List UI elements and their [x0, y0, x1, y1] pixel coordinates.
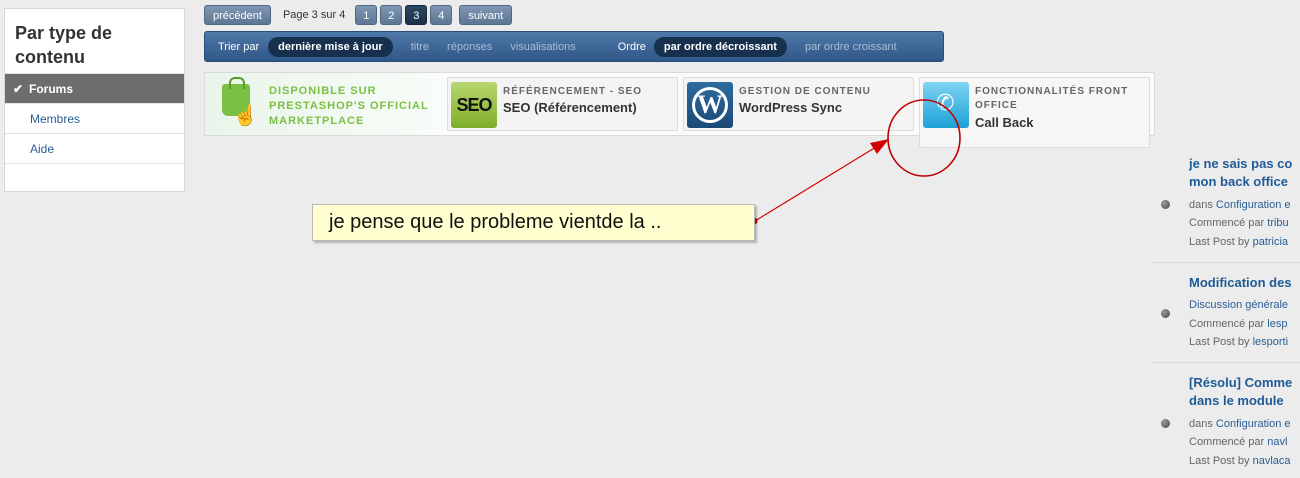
- meta-prefix: Last Post by: [1189, 455, 1253, 467]
- topic-title-line: dans le module: [1189, 393, 1284, 408]
- module-name: SEO (Référencement): [503, 100, 637, 115]
- starter-link[interactable]: tribu: [1267, 217, 1288, 229]
- module-card-wordpress[interactable]: W GESTION DE CONTENU WordPress Sync: [683, 77, 914, 131]
- topic-last-post: Last Post by navlaca: [1189, 452, 1291, 470]
- page-2-button[interactable]: 2: [380, 5, 403, 25]
- sidebar-item-label: Aide: [30, 142, 55, 156]
- forum-link[interactable]: Discussion générale: [1189, 299, 1288, 311]
- page-3-button-current[interactable]: 3: [405, 5, 428, 25]
- starter-link[interactable]: lesp: [1267, 318, 1287, 330]
- wordpress-logo-icon: W: [687, 82, 733, 128]
- module-category: RÉFÉRENCEMENT - SEO: [503, 86, 643, 97]
- divider: [1152, 362, 1300, 363]
- topic-title[interactable]: [Résolu] Comme dans le module: [1189, 374, 1300, 410]
- check-icon: ✔: [13, 82, 24, 96]
- topic-starter: Commencé par lesp: [1189, 315, 1287, 333]
- marketplace-banner[interactable]: ☝ DISPONIBLE SUR PRESTASHOP'S OFFICIAL M…: [205, 73, 445, 135]
- forum-link[interactable]: Configuration e: [1216, 199, 1291, 211]
- topic-forum: dans Configuration e: [1189, 415, 1291, 433]
- sort-option-title[interactable]: titre: [411, 41, 429, 53]
- annotation-callout: je pense que le probleme vientde la ..: [312, 204, 755, 241]
- page-4-button[interactable]: 4: [430, 5, 453, 25]
- module-category: GESTION DE CONTENU: [739, 86, 871, 97]
- order-label: Ordre: [617, 40, 646, 53]
- module-card-callback[interactable]: ✆ FONCTIONNALITÉS FRONT OFFICE Call Back: [919, 77, 1150, 148]
- topic-forum: dans Configuration e: [1189, 196, 1291, 214]
- meta-prefix: Last Post by: [1189, 336, 1253, 348]
- divider: [1152, 262, 1300, 263]
- topic-last-post: Last Post by lesporti: [1189, 333, 1288, 351]
- next-page-button[interactable]: suivant: [459, 5, 513, 25]
- sort-label: Trier par: [218, 40, 260, 53]
- module-card-seo[interactable]: SEO RÉFÉRENCEMENT - SEO SEO (Référenceme…: [447, 77, 678, 131]
- previous-page-button[interactable]: précédent: [204, 5, 271, 25]
- last-poster-link[interactable]: lesporti: [1253, 336, 1288, 348]
- annotation-arrow-line: [754, 146, 877, 222]
- forum-link[interactable]: Configuration e: [1216, 418, 1291, 430]
- pointer-hand-icon: ☝: [233, 105, 258, 127]
- order-option-ascending[interactable]: par ordre croissant: [805, 41, 897, 53]
- meta-prefix: Commencé par: [1189, 318, 1268, 330]
- sidebar-item-label: Membres: [30, 112, 81, 126]
- phone-logo-icon: ✆: [923, 82, 969, 128]
- wordpress-mark: W: [692, 87, 728, 123]
- module-name: Call Back: [975, 115, 1034, 130]
- last-poster-link[interactable]: patricia: [1253, 236, 1288, 248]
- meta-prefix: Commencé par: [1189, 217, 1268, 229]
- last-poster-link[interactable]: navlaca: [1253, 455, 1291, 467]
- page-info: Page 3 sur 4: [282, 9, 346, 21]
- marketplace-banner-text: DISPONIBLE SUR PRESTASHOP'S OFFICIAL MAR…: [269, 85, 429, 127]
- meta-prefix: dans: [1189, 418, 1216, 430]
- meta-prefix: Commencé par: [1189, 436, 1268, 448]
- page-1-button[interactable]: 1: [355, 5, 378, 25]
- sidebar-title: Par type de contenu: [15, 23, 113, 67]
- topic-status-icon: [1161, 419, 1170, 428]
- order-option-descending[interactable]: par ordre décroissant: [653, 36, 787, 57]
- seo-logo-icon: SEO: [451, 82, 497, 128]
- sidebar-item-label: Forums: [29, 82, 74, 96]
- topic-title-line: Modification des: [1189, 275, 1292, 290]
- starter-link[interactable]: navl: [1267, 436, 1287, 448]
- sort-bar: Trier par dernière mise à jour titre rép…: [204, 31, 944, 62]
- topic-title[interactable]: Modification des: [1189, 274, 1300, 292]
- sort-option-views[interactable]: visualisations: [510, 41, 575, 53]
- phone-icon: ✆: [936, 90, 955, 115]
- topic-starter: Commencé par tribu: [1189, 214, 1289, 232]
- module-category: FONCTIONNALITÉS FRONT OFFICE: [975, 86, 1129, 111]
- sidebar-item-membres[interactable]: Membres: [5, 103, 184, 133]
- topic-forum: Discussion générale: [1189, 296, 1288, 314]
- topic-title-line: [Résolu] Comme: [1189, 375, 1293, 390]
- sidebar-item-aide[interactable]: Aide: [5, 133, 184, 163]
- topic-status-icon: [1161, 200, 1170, 209]
- sort-option-last-update[interactable]: dernière mise à jour: [268, 36, 393, 57]
- meta-prefix: Last Post by: [1189, 236, 1253, 248]
- topic-title-line: je ne sais pas co: [1189, 156, 1293, 171]
- annotation-arrow-head: [870, 139, 889, 154]
- marketplace-ad-strip: ☝ DISPONIBLE SUR PRESTASHOP'S OFFICIAL M…: [204, 72, 1155, 148]
- sort-option-replies[interactable]: réponses: [447, 41, 492, 53]
- pagination: précédent Page 3 sur 4 1 2 3 4 suivant: [204, 5, 513, 25]
- content-type-sidebar: Par type de contenu ✔ Forums Membres Aide: [4, 8, 185, 192]
- topic-starter: Commencé par navl: [1189, 433, 1287, 451]
- topic-last-post: Last Post by patricia: [1189, 233, 1288, 251]
- topic-title-line: mon back office: [1189, 174, 1288, 189]
- module-name: WordPress Sync: [739, 100, 843, 115]
- sidebar-empty-row: [5, 163, 184, 193]
- meta-prefix: dans: [1189, 199, 1216, 211]
- topic-title[interactable]: je ne sais pas co mon back office: [1189, 155, 1300, 191]
- topic-status-icon: [1161, 309, 1170, 318]
- topic-list: je ne sais pas co mon back office dans C…: [1152, 145, 1300, 478]
- sidebar-item-forums[interactable]: ✔ Forums: [5, 73, 184, 103]
